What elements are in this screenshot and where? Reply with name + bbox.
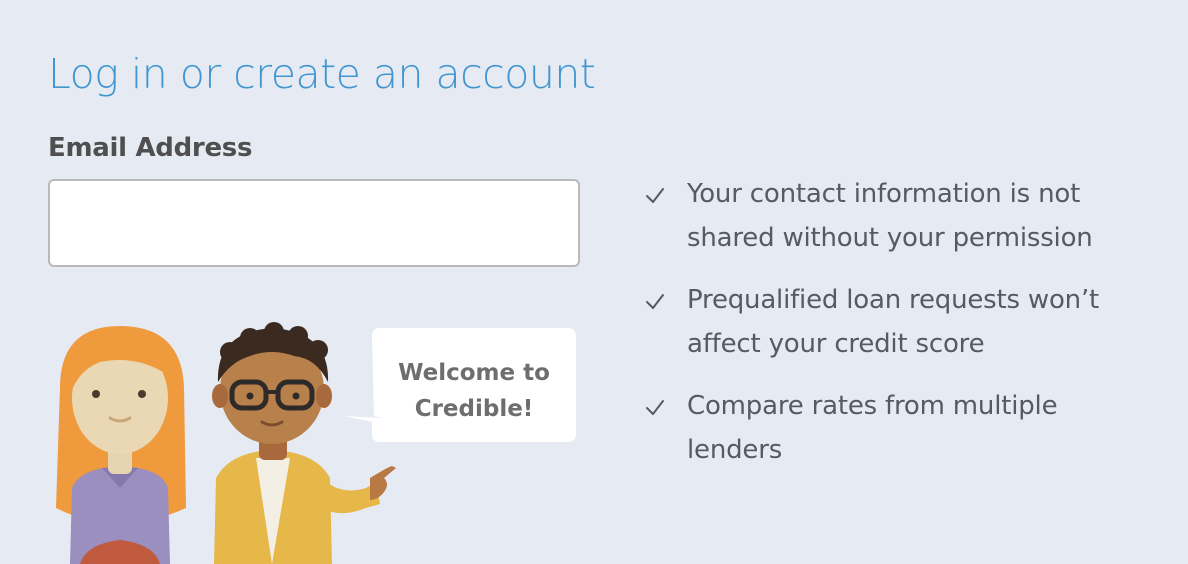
- benefit-text: Prequalified loan requests won’t affect …: [687, 285, 1099, 359]
- speech-bubble-line2: Credible!: [415, 396, 534, 422]
- check-icon: [646, 188, 664, 203]
- benefit-text: Compare rates from multiple lenders: [687, 391, 1058, 465]
- email-field[interactable]: [48, 179, 580, 267]
- login-page: Log in or create an account Email Addres…: [0, 0, 1188, 564]
- speech-bubble: Welcome to Credible!: [344, 328, 576, 442]
- woman-character: [56, 326, 186, 564]
- benefits-list: Your contact information is not shared w…: [644, 172, 1164, 490]
- welcome-illustration: Welcome to Credible!: [56, 322, 576, 564]
- check-icon: [646, 294, 664, 309]
- man-character: [212, 322, 396, 564]
- check-icon: [646, 400, 664, 415]
- page-title: Log in or create an account: [48, 50, 596, 98]
- email-label: Email Address: [48, 133, 253, 163]
- benefit-item: Prequalified loan requests won’t affect …: [644, 278, 1164, 366]
- benefit-item: Compare rates from multiple lenders: [644, 384, 1164, 472]
- speech-bubble-line1: Welcome to: [398, 360, 550, 386]
- benefit-text: Your contact information is not shared w…: [687, 179, 1093, 253]
- benefit-item: Your contact information is not shared w…: [644, 172, 1164, 260]
